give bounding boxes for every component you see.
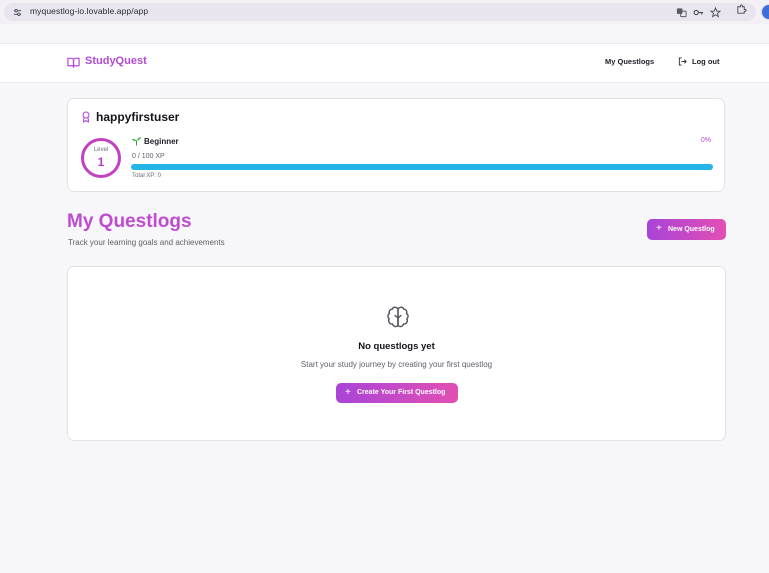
profile-avatar[interactable] (761, 4, 769, 20)
empty-state-title: No questlogs yet (358, 341, 435, 352)
xp-progress-bar (131, 164, 713, 170)
app-header: StudyQuest My Questlogs Log out (0, 43, 769, 83)
xp-percent: 0% (700, 137, 711, 144)
page-title: My Questlogs (67, 211, 192, 232)
tune-icon[interactable] (13, 8, 22, 17)
brain-icon (387, 306, 409, 328)
extensions-icon[interactable] (736, 4, 747, 15)
level-label: Level (93, 147, 109, 153)
username: happyfirstuser (96, 110, 180, 124)
new-questlog-button[interactable]: + New Questlog (647, 219, 726, 240)
create-first-questlog-button[interactable]: + Create Your First Questlog (336, 383, 458, 403)
star-icon[interactable] (710, 7, 721, 18)
level-number: 1 (97, 155, 105, 169)
url-text[interactable]: myquestlog-io.lovable.app/app (30, 6, 148, 16)
plus-icon: + (656, 223, 662, 234)
plus-icon: + (345, 387, 351, 398)
empty-state-description: Start your study journey by creating you… (300, 360, 493, 369)
page-subtitle: Track your learning goals and achievemen… (68, 238, 225, 247)
award-icon (82, 111, 90, 123)
rank-name: Beginner (144, 137, 179, 146)
browser-toolbar: myquestlog-io.lovable.app/app (0, 0, 769, 24)
level-indicator: Level 1 (81, 138, 121, 178)
log-out-icon[interactable] (678, 57, 687, 66)
logout-button[interactable]: Log out (692, 57, 720, 66)
book-open-icon (67, 57, 80, 68)
brand-logo[interactable]: StudyQuest (85, 55, 147, 67)
empty-state-card: No questlogs yet Start your study journe… (67, 266, 726, 441)
profile-card: happyfirstuser Level 1 Beginner 0 / 100 … (67, 98, 725, 192)
nav-my-questlogs[interactable]: My Questlogs (605, 57, 654, 66)
create-first-questlog-label: Create Your First Questlog (357, 389, 446, 396)
address-bar[interactable]: myquestlog-io.lovable.app/app (4, 3, 756, 21)
translate-icon[interactable] (676, 7, 687, 18)
new-questlog-label: New Questlog (668, 226, 715, 233)
total-xp: Total XP: 0 (132, 173, 162, 179)
sprout-icon (131, 137, 142, 146)
xp-progress-text: 0 / 100 XP (132, 153, 165, 160)
key-icon[interactable] (693, 7, 704, 18)
